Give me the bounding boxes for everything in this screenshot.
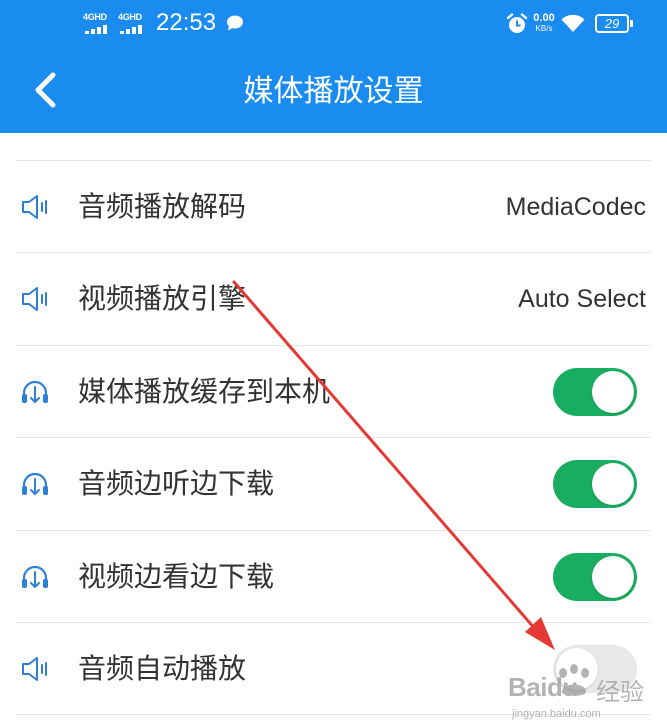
network-speed-value: 0.00 xyxy=(533,12,555,24)
settings-list: 音频播放解码 MediaCodec 视频播放引擎 Auto Select 媒体播… xyxy=(0,133,667,727)
network-speed-unit: KB/s xyxy=(535,24,553,33)
watermark-suffix: 经验 xyxy=(596,678,644,706)
audio-download-toggle[interactable] xyxy=(553,460,637,508)
setting-video-download-while-watching[interactable]: 视频边看边下载 xyxy=(0,531,667,623)
setting-audio-download-while-listening[interactable]: 音频边听边下载 xyxy=(0,438,667,530)
video-download-toggle[interactable] xyxy=(553,553,637,601)
battery-level: 29 xyxy=(604,16,620,31)
status-time: 22:53 xyxy=(156,9,217,36)
setting-label: 媒体播放缓存到本机 xyxy=(78,375,331,408)
headphones-download-icon xyxy=(22,380,48,403)
page-title: 媒体播放设置 xyxy=(243,74,424,109)
battery-icon: 29 xyxy=(595,14,633,33)
alarm-icon xyxy=(506,13,528,33)
setting-video-engine[interactable]: 视频播放引擎 Auto Select xyxy=(0,253,667,345)
network-speed: 0.00 KB/s xyxy=(531,13,557,33)
setting-value[interactable]: Auto Select xyxy=(518,253,646,345)
watermark-brand: Baidu xyxy=(508,672,578,702)
speaker-icon xyxy=(22,195,47,219)
speaker-icon xyxy=(22,287,47,311)
sim1-signal-icon: 4GHD xyxy=(83,12,115,36)
setting-label: 音频边听边下载 xyxy=(78,467,275,500)
headphones-download-icon xyxy=(22,472,48,495)
sim2-network-label: 4GHD xyxy=(118,12,142,22)
setting-label: 音频播放解码 xyxy=(78,190,247,223)
status-bar: 4GHD 4GHD 22:53 0.00 KB/s 29 xyxy=(0,0,667,50)
setting-value[interactable]: MediaCodec xyxy=(506,161,646,253)
watermark-url: jingyan.baidu.com xyxy=(512,708,601,720)
setting-label: 视频边看边下载 xyxy=(78,560,275,593)
sim2-signal-icon: 4GHD xyxy=(118,12,150,36)
setting-label: 视频播放引擎 xyxy=(78,282,247,315)
setting-audio-decoder[interactable]: 音频播放解码 MediaCodec xyxy=(0,161,667,253)
cache-media-toggle[interactable] xyxy=(553,368,637,416)
baidu-watermark: Baidu 经验 jingyan.baidu.com xyxy=(508,664,658,724)
wifi-icon xyxy=(561,14,585,32)
chat-bubble-icon xyxy=(227,15,243,31)
setting-label: 音频自动播放 xyxy=(78,652,247,685)
setting-cache-media[interactable]: 媒体播放缓存到本机 xyxy=(0,346,667,438)
speaker-icon xyxy=(22,657,47,681)
app-header: 4GHD 4GHD 22:53 0.00 KB/s 29 媒体播放设置 xyxy=(0,0,667,133)
sim1-network-label: 4GHD xyxy=(83,12,107,22)
headphones-download-icon xyxy=(22,565,48,588)
